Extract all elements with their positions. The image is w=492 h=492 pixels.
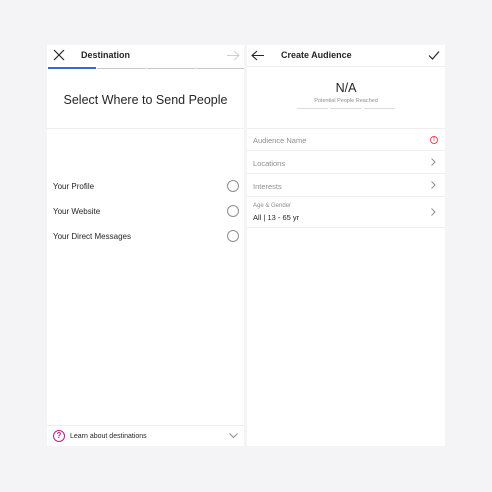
audience-name-field[interactable]: Audience Name !	[247, 129, 445, 151]
option-label: Your Website	[53, 207, 101, 216]
radio-button[interactable]	[227, 205, 239, 217]
option-label: Your Direct Messages	[53, 232, 131, 241]
destination-heading: Select Where to Send People	[63, 93, 228, 107]
divider	[47, 128, 244, 129]
chevron-down-icon[interactable]	[229, 432, 238, 439]
destination-option-profile[interactable]: Your Profile	[47, 174, 244, 198]
locations-field[interactable]: Locations	[247, 151, 445, 174]
chevron-right-icon	[431, 181, 436, 189]
arrow-left-icon[interactable]	[251, 50, 264, 61]
field-value: All | 13 - 65 yr	[253, 213, 300, 222]
interests-field[interactable]: Interests	[247, 174, 445, 197]
audience-title: Create Audience	[281, 50, 352, 60]
field-label: Interests	[253, 182, 282, 191]
chevron-right-icon	[431, 158, 436, 166]
destination-title: Destination	[81, 50, 131, 60]
destination-panel: Destination Select Where to Send People …	[47, 45, 244, 446]
radio-button[interactable]	[227, 230, 239, 242]
destination-option-direct-messages[interactable]: Your Direct Messages	[47, 224, 244, 248]
create-audience-panel: Create Audience N/A Potential People Rea…	[247, 45, 445, 446]
chevron-right-icon	[431, 208, 436, 216]
option-label: Your Profile	[53, 182, 95, 191]
help-icon: ?	[53, 430, 65, 442]
progress-step	[146, 68, 195, 69]
reach-meter	[297, 108, 395, 109]
reach-meter-segment	[330, 108, 362, 109]
learn-label: Learn about destinations	[70, 433, 147, 440]
close-icon[interactable]	[53, 49, 65, 61]
reach-label: Potential People Reached	[314, 98, 378, 104]
destination-option-website[interactable]: Your Website	[47, 199, 244, 223]
reach-meter-segment	[297, 108, 329, 109]
alert-icon: !	[430, 136, 438, 144]
learn-about-destinations-link[interactable]: ? Learn about destinations	[47, 429, 244, 445]
progress-step	[48, 67, 97, 69]
reach-value: N/A	[335, 81, 357, 95]
destination-header: Destination	[47, 45, 244, 67]
arrow-right-icon[interactable]	[227, 50, 240, 61]
reach-meter-segment	[363, 108, 395, 109]
step-progress	[48, 67, 244, 69]
progress-step	[195, 68, 244, 69]
audience-header: Create Audience	[247, 45, 445, 67]
checkmark-icon[interactable]	[428, 50, 440, 61]
radio-button[interactable]	[227, 180, 239, 192]
field-label: Locations	[253, 159, 286, 168]
age-gender-field[interactable]: Age & Gender All | 13 - 65 yr	[247, 197, 445, 228]
divider	[47, 425, 244, 426]
field-label: Audience Name	[253, 136, 307, 145]
field-label: Age & Gender	[253, 203, 292, 209]
progress-step	[97, 68, 146, 69]
